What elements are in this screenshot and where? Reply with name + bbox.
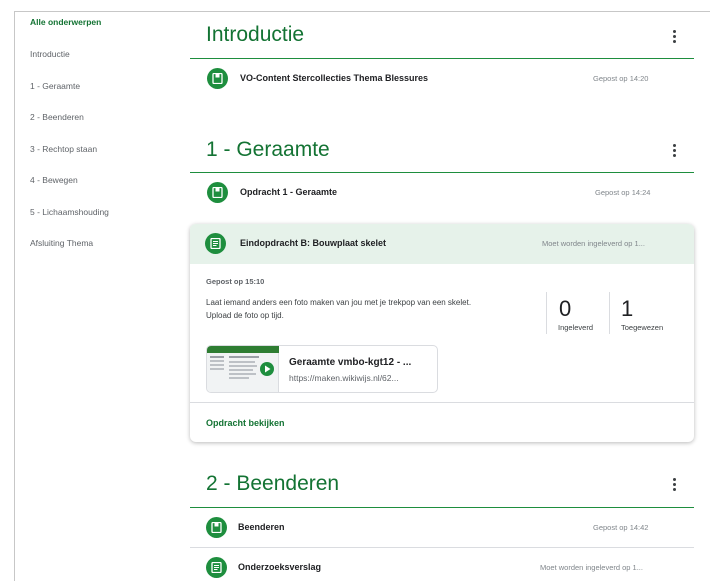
sidebar-item-geraamte[interactable]: 1 - Geraamte [30,81,80,91]
posted-time: Gepost op 14:20 [593,74,649,83]
assignment-title: Eindopdracht B: Bouwplaat skelet [240,238,387,248]
assignment-card-header[interactable]: Eindopdracht B: Bouwplaat skelet Moet wo… [190,224,694,264]
stat-handed-in-count: 0 [559,296,572,321]
sidebar-item-beenderen[interactable]: 2 - Beenderen [30,112,84,122]
material-title: Opdracht 1 - Geraamte [240,187,338,197]
assignment-description-line: Laat iemand anders een foto maken van jo… [206,298,472,307]
assignment-icon [205,233,226,254]
material-title: Beenderen [238,522,285,532]
attachment-link[interactable]: Geraamte vmbo-kgt12 - ... https://maken.… [206,345,438,393]
sidebar-item-lichaamshouding[interactable]: 5 - Lichaamshouding [30,207,109,217]
attachment-title: Geraamte vmbo-kgt12 - ... [289,357,412,368]
card-footer-divider [190,402,694,403]
stat-assigned-count: 1 [621,296,634,321]
stat-handed-in-label: Ingeleverd [558,323,594,332]
assignment-description-line: Upload de foto op tijd. [206,311,284,320]
material-icon [206,517,227,538]
stat-assigned-label: Toegewezen [621,323,664,332]
topic-divider [190,507,694,508]
topic-menu-introductie[interactable] [668,28,682,44]
frame-top-border [14,11,710,12]
assignment-card-expanded: Eindopdracht B: Bouwplaat skelet Moet wo… [190,224,694,442]
material-icon [207,182,228,203]
material-title: VO-Content Stercollecties Thema Blessure… [240,73,429,83]
attachment-url: https://maken.wikiwijs.nl/62... [289,373,399,383]
sidebar-item-afsluiting-thema[interactable]: Afsluiting Thema [30,238,93,248]
posted-time: Gepost op 14:42 [593,523,649,532]
stat-divider [546,292,547,334]
topic-divider [190,58,694,59]
more-vert-icon [673,30,676,33]
posted-time: Gepost op 14:24 [595,188,651,197]
sidebar-item-all-topics[interactable]: Alle onderwerpen [30,17,101,27]
topic-menu-geraamte[interactable] [668,142,682,158]
sidebar-item-rechtop-staan[interactable]: 3 - Rechtop staan [30,144,97,154]
material-row[interactable]: Beenderen Gepost op 14:42 [190,511,694,545]
more-vert-icon [673,144,676,147]
assignment-row[interactable]: Onderzoeksverslag Moet worden ingeleverd… [190,551,694,581]
material-row[interactable]: Opdracht 1 - Geraamte Gepost op 14:24 [190,176,694,210]
more-vert-icon-dot [673,483,676,486]
more-vert-icon-dot [673,35,676,38]
more-vert-icon-dot [673,154,676,157]
sidebar-item-introductie[interactable]: Introductie [30,49,70,59]
topic-menu-beenderen[interactable] [668,476,682,492]
more-vert-icon-dot [673,149,676,152]
due-date: Moet worden ingeleverd op 1... [542,239,645,248]
topic-title-introductie: Introductie [206,23,305,46]
more-vert-icon-dot [673,488,676,491]
material-icon [207,68,228,89]
more-vert-icon-dot [673,40,676,43]
view-assignment-link[interactable]: Opdracht bekijken [206,418,285,428]
frame-left-border [14,11,15,581]
row-divider [190,547,694,548]
topic-title-geraamte: 1 - Geraamte [206,138,330,161]
due-date: Moet worden ingeleverd op 1... [540,563,643,572]
stat-divider [609,292,610,334]
assignment-posted-time: Gepost op 15:10 [206,277,265,286]
more-vert-icon [673,478,676,481]
sidebar-item-bewegen[interactable]: 4 - Bewegen [30,175,78,185]
assignment-icon [206,557,227,578]
topic-divider [190,172,694,173]
topic-title-beenderen: 2 - Beenderen [206,472,340,495]
assignment-title: Onderzoeksverslag [238,562,322,572]
material-row[interactable]: VO-Content Stercollecties Thema Blessure… [190,62,694,96]
assignment-description: Laat iemand anders een foto maken van jo… [206,296,471,322]
attachment-thumbnail [207,346,279,392]
